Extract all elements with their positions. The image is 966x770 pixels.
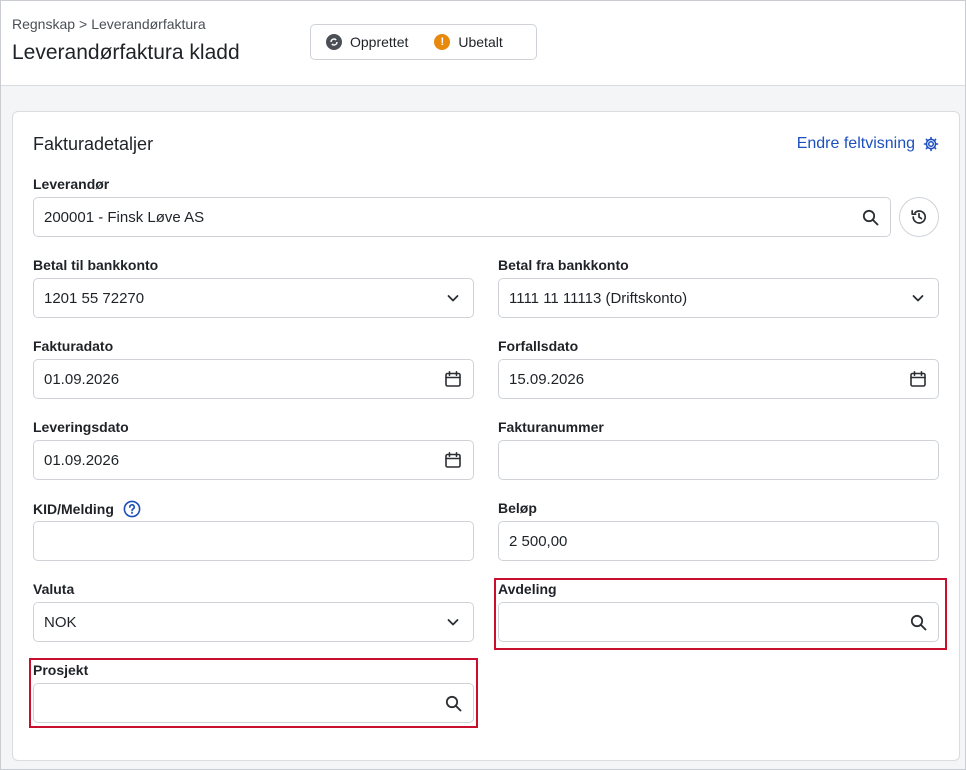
currency-value: NOK bbox=[44, 613, 77, 631]
calendar-icon[interactable] bbox=[433, 360, 473, 398]
kid-field[interactable] bbox=[33, 521, 474, 561]
supplier-history-button[interactable] bbox=[899, 197, 939, 237]
currency-select[interactable]: NOK bbox=[33, 602, 474, 642]
invoice-date-value: 01.09.2026 bbox=[44, 370, 120, 388]
supplier-label: Leverandør bbox=[33, 176, 110, 192]
calendar-icon[interactable] bbox=[433, 441, 473, 479]
breadcrumb-separator: > bbox=[79, 16, 88, 32]
sync-icon bbox=[326, 34, 342, 50]
pay-from-account-value: 1111 11 11113 (Driftskonto) bbox=[509, 289, 688, 307]
department-field[interactable] bbox=[498, 602, 939, 642]
delivery-date-label: Leveringsdato bbox=[33, 419, 129, 435]
breadcrumb: Regnskap > Leverandørfaktura bbox=[12, 16, 206, 32]
edit-field-view-label: Endre feltvisning bbox=[796, 135, 915, 152]
invoice-number-field[interactable] bbox=[498, 440, 939, 480]
breadcrumb-current: Leverandørfaktura bbox=[91, 16, 206, 32]
search-icon[interactable] bbox=[433, 684, 473, 722]
due-date-value: 15.09.2026 bbox=[509, 370, 585, 388]
delivery-date-value: 01.09.2026 bbox=[44, 451, 120, 469]
card-title: Fakturadetaljer bbox=[33, 134, 154, 154]
department-label: Avdeling bbox=[498, 581, 557, 597]
page-title: Leverandørfaktura kladd bbox=[12, 41, 240, 64]
delivery-date-field[interactable]: 01.09.2026 bbox=[33, 440, 474, 480]
amount-field[interactable]: 2 500,00 bbox=[498, 521, 939, 561]
invoice-details-card: Fakturadetaljer Endre feltvisning Levera… bbox=[12, 111, 960, 761]
due-date-field[interactable]: 15.09.2026 bbox=[498, 359, 939, 399]
project-field[interactable] bbox=[33, 683, 474, 723]
invoice-number-label: Fakturanummer bbox=[498, 419, 604, 435]
kid-label-row: KID/Melding bbox=[33, 500, 141, 518]
warning-icon: ! bbox=[434, 34, 451, 50]
status-unpaid: ! Ubetalt bbox=[434, 34, 503, 50]
invoice-date-field[interactable]: 01.09.2026 bbox=[33, 359, 474, 399]
supplier-value: 200001 - Finsk Løve AS bbox=[44, 208, 205, 226]
invoice-date-label: Fakturadato bbox=[33, 338, 114, 354]
chevron-down-icon bbox=[433, 279, 473, 317]
history-icon bbox=[911, 209, 927, 224]
chevron-down-icon bbox=[898, 279, 938, 317]
search-icon[interactable] bbox=[850, 198, 890, 236]
supplier-field[interactable]: 200001 - Finsk Løve AS bbox=[33, 197, 891, 237]
status-created: Opprettet bbox=[326, 34, 408, 50]
pay-to-account-label: Betal til bankkonto bbox=[33, 257, 159, 273]
app-frame: Regnskap > Leverandørfaktura Leverandørfak… bbox=[0, 0, 966, 770]
amount-label: Beløp bbox=[498, 500, 537, 516]
status-box: Opprettet ! Ubetalt bbox=[310, 24, 537, 60]
amount-value: 2 500,00 bbox=[509, 532, 568, 550]
currency-label: Valuta bbox=[33, 581, 75, 597]
search-icon[interactable] bbox=[898, 603, 938, 641]
breadcrumb-parent[interactable]: Regnskap bbox=[12, 16, 75, 32]
calendar-icon[interactable] bbox=[898, 360, 938, 398]
pay-to-account-value: 1201 55 72270 bbox=[44, 289, 145, 307]
page-header: Regnskap > Leverandørfaktura Leverandørfak… bbox=[1, 1, 965, 86]
pay-from-account-select[interactable]: 1111 11 11113 (Driftskonto) bbox=[498, 278, 939, 318]
pay-from-account-label: Betal fra bankkonto bbox=[498, 257, 629, 273]
help-icon[interactable] bbox=[123, 500, 141, 518]
status-created-label: Opprettet bbox=[350, 34, 409, 50]
gear-icon bbox=[923, 136, 939, 152]
status-unpaid-label: Ubetalt bbox=[458, 34, 503, 50]
kid-label: KID/Melding bbox=[33, 501, 114, 517]
chevron-down-icon bbox=[433, 603, 473, 641]
project-label: Prosjekt bbox=[33, 662, 89, 678]
edit-field-view-link[interactable]: Endre feltvisning bbox=[797, 135, 939, 153]
pay-to-account-select[interactable]: 1201 55 72270 bbox=[33, 278, 474, 318]
due-date-label: Forfallsdato bbox=[498, 338, 579, 354]
